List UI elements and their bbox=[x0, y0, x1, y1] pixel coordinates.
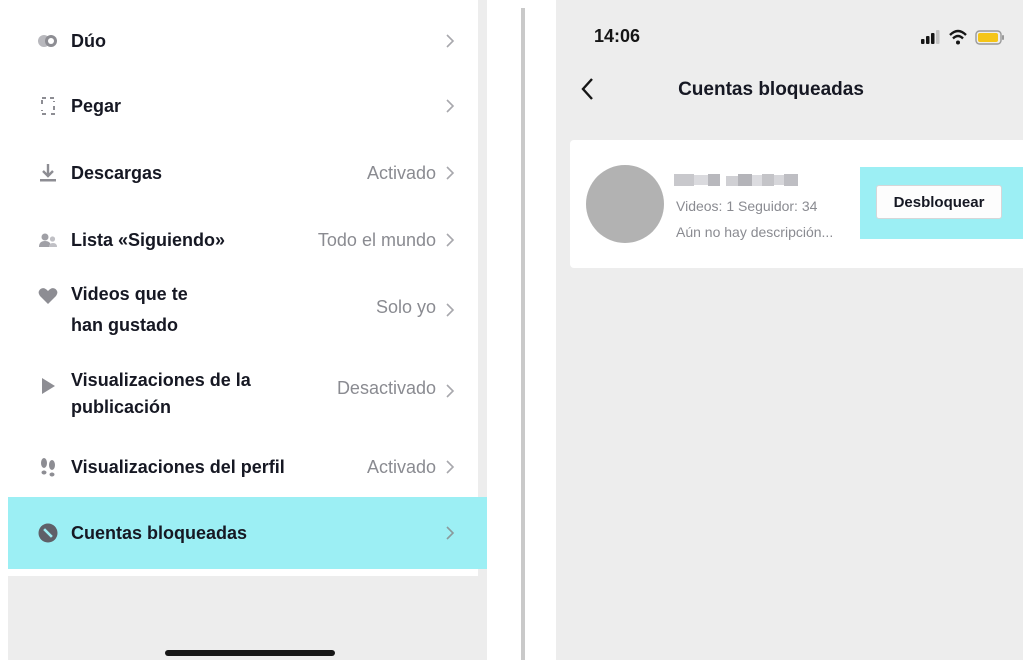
page-title: Cuentas bloqueadas bbox=[678, 79, 864, 100]
menu-item-following-list[interactable]: Lista «Siguiendo» Todo el mundo bbox=[8, 227, 478, 253]
menu-item-label: Descargas bbox=[71, 162, 163, 183]
status-icons bbox=[921, 29, 1004, 45]
menu-item-label: Pegar bbox=[71, 95, 122, 116]
menu-item-profile-views[interactable]: Visualizaciones del perfil Activado bbox=[8, 454, 478, 480]
menu-item-label-line2: publicación bbox=[71, 397, 172, 417]
menu-item-label-line2: han gustado bbox=[71, 315, 178, 335]
panel-divider bbox=[521, 8, 525, 660]
menu-item-downloads[interactable]: Descargas Activado bbox=[8, 160, 478, 186]
username-blurred[interactable] bbox=[674, 172, 798, 188]
menu-item-label: Videos que te bbox=[71, 284, 188, 304]
footprints-icon bbox=[38, 457, 58, 477]
menu-item-label: Visualizaciones de la bbox=[71, 370, 251, 390]
menu-item-label: Dúo bbox=[71, 30, 106, 51]
settings-panel: Dúo Pegar Descargas Activado Lista «Sigu… bbox=[8, 0, 487, 660]
blocked-accounts-screen: 14:06 Cuentas bloqueadas Videos: 1 Segui… bbox=[556, 0, 1023, 660]
chevron-right-icon bbox=[446, 303, 455, 317]
download-icon bbox=[38, 163, 58, 183]
duet-icon bbox=[38, 31, 58, 51]
unblock-button[interactable]: Desbloquear bbox=[876, 185, 1002, 219]
battery-icon bbox=[975, 30, 1004, 45]
menu-item-liked-videos[interactable]: Videos que te han gustado Solo yo bbox=[8, 282, 478, 338]
following-list-icon bbox=[38, 230, 58, 250]
chevron-right-icon bbox=[446, 166, 455, 180]
status-time: 14:06 bbox=[594, 26, 641, 46]
chevron-right-icon bbox=[446, 99, 455, 113]
chevron-right-icon bbox=[446, 233, 455, 247]
menu-item-blocked-accounts[interactable]: Cuentas bloqueadas bbox=[8, 497, 487, 569]
chevron-right-icon bbox=[446, 460, 455, 474]
menu-item-value: Desactivado bbox=[336, 378, 436, 398]
menu-item-value: Activado bbox=[366, 456, 436, 477]
blocked-icon bbox=[38, 523, 58, 543]
home-indicator bbox=[165, 650, 335, 656]
user-stats: Videos: 1 Seguidor: 34 bbox=[676, 198, 818, 214]
menu-item-value: Activado bbox=[366, 162, 436, 183]
settings-card: Dúo Pegar Descargas Activado Lista «Sigu… bbox=[8, 0, 478, 576]
blocked-user-card: Videos: 1 Seguidor: 34 Aún no hay descri… bbox=[570, 140, 1023, 268]
menu-item-label: Cuentas bloqueadas bbox=[71, 522, 248, 543]
chevron-right-icon bbox=[446, 526, 455, 540]
stitch-icon bbox=[38, 96, 58, 116]
unblock-highlight: Desbloquear bbox=[860, 167, 1023, 239]
avatar[interactable] bbox=[586, 165, 664, 243]
heart-icon bbox=[38, 286, 58, 306]
menu-item-post-views[interactable]: Visualizaciones de la publicación Desact… bbox=[8, 368, 478, 424]
chevron-right-icon bbox=[446, 384, 455, 398]
menu-item-value: Solo yo bbox=[375, 297, 436, 317]
menu-item-duet[interactable]: Dúo bbox=[8, 28, 478, 54]
menu-item-label: Visualizaciones del perfil bbox=[71, 456, 285, 477]
signal-icon bbox=[921, 30, 940, 44]
menu-item-value: Todo el mundo bbox=[317, 229, 436, 250]
menu-item-label: Lista «Siguiendo» bbox=[71, 229, 226, 250]
play-icon bbox=[38, 376, 58, 396]
menu-item-stitch[interactable]: Pegar bbox=[8, 93, 478, 119]
user-description: Aún no hay descripción... bbox=[676, 224, 834, 240]
chevron-right-icon bbox=[446, 34, 455, 48]
wifi-icon bbox=[949, 29, 967, 45]
